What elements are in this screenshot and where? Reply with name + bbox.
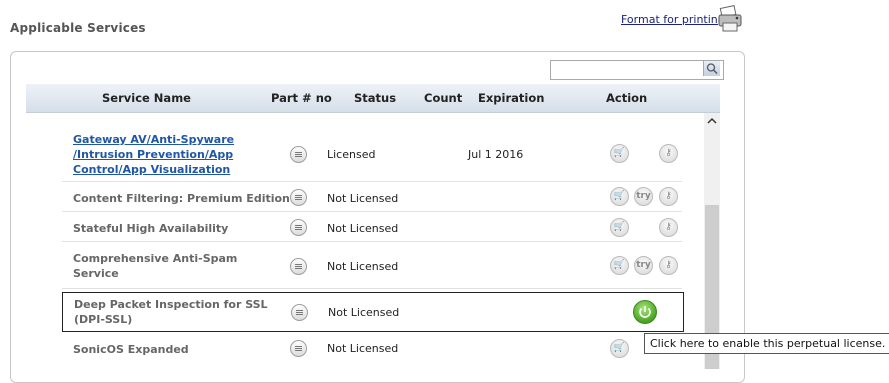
- printer-icon[interactable]: [715, 5, 745, 33]
- part-number-icon[interactable]: [290, 340, 307, 357]
- table-row: Stateful High Availability Not Licensed …: [62, 212, 682, 242]
- col-count[interactable]: Count: [424, 91, 462, 105]
- status-text: Licensed: [327, 148, 376, 161]
- service-name: Deep Packet Inspection for SSL (DPI-SSL): [74, 298, 268, 326]
- status-text: Not Licensed: [327, 192, 399, 205]
- tooltip: Click here to enable this perpetual lice…: [644, 333, 889, 354]
- search-icon: [706, 63, 718, 75]
- part-number-icon[interactable]: [291, 304, 308, 321]
- cart-icon[interactable]: 🛒: [610, 218, 629, 237]
- cart-icon[interactable]: 🛒: [610, 256, 629, 275]
- cart-icon[interactable]: 🛒: [610, 187, 629, 206]
- service-name: Comprehensive Anti-Spam Service: [73, 252, 238, 280]
- enable-license-button[interactable]: [633, 300, 657, 324]
- service-name: Stateful High Availability: [73, 222, 229, 235]
- status-text: Not Licensed: [327, 222, 399, 235]
- table-row: Content Filtering: Premium Edition Not L…: [62, 182, 682, 212]
- key-icon[interactable]: ⚷: [659, 218, 678, 237]
- table-header: Service Name Part # no Status Count Expi…: [26, 84, 720, 113]
- part-number-icon[interactable]: [290, 219, 307, 236]
- search-button[interactable]: [703, 61, 720, 76]
- expiration-text: Jul 1 2016: [468, 148, 524, 161]
- col-action[interactable]: Action: [606, 91, 647, 105]
- service-name: Content Filtering: Premium Edition: [73, 192, 290, 205]
- key-icon[interactable]: ⚷: [659, 256, 678, 275]
- service-name: SonicOS Expanded: [73, 343, 189, 356]
- try-icon[interactable]: try: [634, 256, 653, 275]
- table-row: Gateway AV/Anti-Spyware/Intrusion Preven…: [62, 124, 682, 182]
- status-text: Not Licensed: [327, 260, 399, 273]
- table-row-highlighted: Deep Packet Inspection for SSL (DPI-SSL) …: [62, 292, 684, 332]
- service-name-link[interactable]: Gateway AV/Anti-Spyware/Intrusion Preven…: [73, 132, 234, 177]
- page-title: Applicable Services: [10, 21, 146, 35]
- table-row: Comprehensive Anti-Spam Service Not Licen…: [62, 242, 682, 289]
- format-for-printing-link[interactable]: Format for printing: [621, 13, 725, 26]
- part-number-icon[interactable]: [290, 146, 307, 163]
- part-number-icon[interactable]: [290, 258, 307, 275]
- cart-icon[interactable]: 🛒: [610, 339, 629, 358]
- col-status[interactable]: Status: [354, 91, 396, 105]
- key-icon[interactable]: ⚷: [659, 144, 678, 163]
- search-input[interactable]: [550, 60, 724, 80]
- part-number-icon[interactable]: [290, 189, 307, 206]
- key-icon[interactable]: ⚷: [659, 187, 678, 206]
- col-part-no[interactable]: Part # no: [271, 91, 332, 105]
- table-row: SonicOS Expanded Not Licensed 🛒: [62, 334, 682, 364]
- col-service-name[interactable]: Service Name: [102, 91, 191, 105]
- power-icon: [639, 306, 651, 318]
- col-expiration[interactable]: Expiration: [478, 91, 544, 105]
- cart-icon[interactable]: 🛒: [610, 144, 629, 163]
- status-text: Not Licensed: [328, 306, 400, 319]
- status-text: Not Licensed: [327, 342, 399, 355]
- try-icon[interactable]: try: [634, 187, 653, 206]
- scroll-up-icon[interactable]: [704, 113, 720, 129]
